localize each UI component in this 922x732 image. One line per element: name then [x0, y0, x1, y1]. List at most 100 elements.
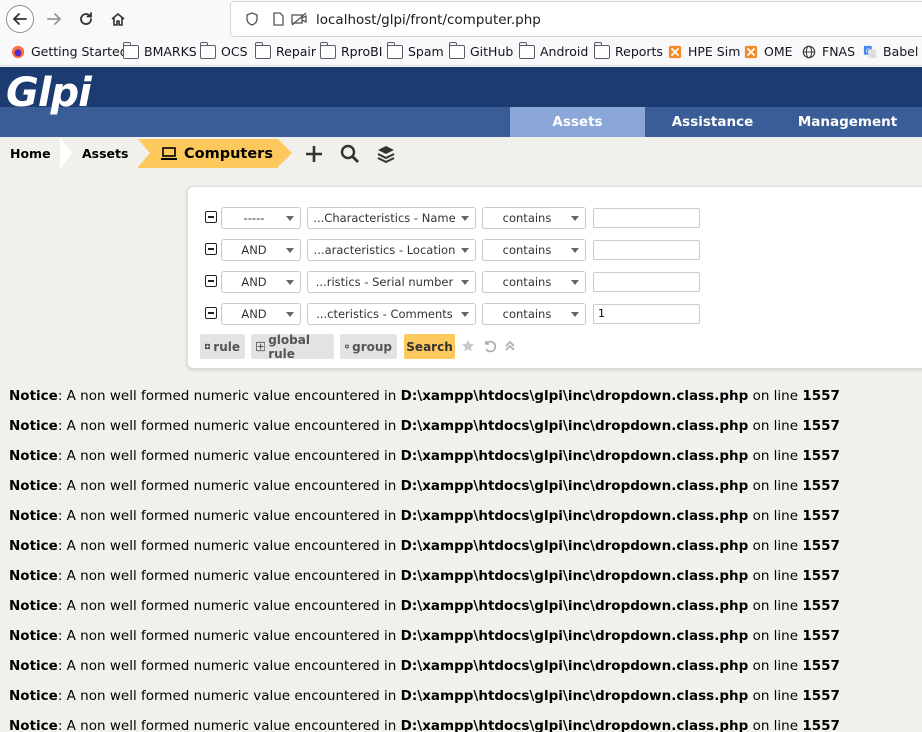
php-notice: Notice: A non well formed numeric value …	[9, 658, 840, 674]
operator-select[interactable]: contains	[482, 207, 586, 229]
bookmarks-bar: Getting Started BMARKS OCS Repair RproBI…	[0, 38, 922, 66]
bookmark-github[interactable]: GitHub	[449, 41, 513, 59]
remove-criterion-icon[interactable]	[205, 275, 217, 287]
url-text[interactable]: localhost/glpi/front/computer.php	[316, 12, 541, 28]
bookmark-ome[interactable]: OME	[743, 44, 793, 59]
field-select[interactable]: ...cteristics - Comments	[307, 303, 476, 325]
arrow-left-icon	[12, 13, 27, 25]
bookmark-hpe-sim[interactable]: HPE Sim	[667, 44, 740, 59]
glpi-logo[interactable]: Glpi	[6, 70, 92, 116]
logic-select[interactable]: AND	[221, 239, 301, 261]
back-button[interactable]	[6, 5, 34, 33]
bookmark-ocs[interactable]: OCS	[200, 41, 248, 59]
chevron-down-icon	[286, 248, 294, 253]
forward-button[interactable]	[40, 5, 68, 33]
php-notice: Notice: A non well formed numeric value …	[9, 688, 840, 704]
operator-select[interactable]: contains	[482, 239, 586, 261]
bookmark-reports[interactable]: Reports	[594, 41, 663, 59]
shield-icon[interactable]	[245, 12, 259, 26]
folder-icon	[387, 41, 403, 59]
php-notice: Notice: A non well formed numeric value …	[9, 388, 840, 404]
menu-assistance[interactable]: Assistance	[645, 107, 780, 137]
add-group-button[interactable]: group	[340, 334, 397, 359]
home-icon	[111, 13, 125, 26]
value-input[interactable]: 1	[593, 304, 700, 324]
bookmark-repair[interactable]: Repair	[255, 41, 316, 59]
bookmark-fnas[interactable]: FNAS	[801, 44, 855, 59]
folder-icon	[519, 41, 535, 59]
value-input[interactable]	[593, 240, 700, 260]
php-notice: Notice: A non well formed numeric value …	[9, 508, 840, 524]
chevron-down-icon	[571, 312, 579, 317]
no-camera-icon[interactable]	[291, 12, 307, 26]
bookmark-getting-started[interactable]: Getting Started	[10, 44, 128, 59]
hpe-icon	[744, 45, 758, 58]
chevron-down-icon	[461, 312, 469, 317]
operator-select[interactable]: contains	[482, 271, 586, 293]
folder-icon	[200, 41, 216, 59]
chevron-down-icon	[461, 216, 469, 221]
remove-criterion-icon[interactable]	[205, 211, 217, 223]
plus-circle-icon	[345, 344, 350, 349]
php-notice: Notice: A non well formed numeric value …	[9, 478, 840, 494]
menu-management[interactable]: Management	[780, 107, 915, 137]
plus-square-outline-icon	[256, 341, 266, 352]
menu-assets[interactable]: Assets	[510, 107, 645, 137]
logic-select[interactable]: -----	[221, 207, 301, 229]
svg-text:G: G	[866, 47, 871, 54]
field-select[interactable]: ...Characteristics - Name	[307, 207, 476, 229]
chevron-down-icon	[571, 248, 579, 253]
folder-icon	[123, 41, 139, 59]
star-icon[interactable]	[461, 339, 475, 353]
php-notice: Notice: A non well formed numeric value …	[9, 598, 840, 614]
firefox-icon	[11, 45, 25, 58]
url-bar[interactable]: localhost/glpi/front/computer.php	[230, 1, 922, 37]
chevron-down-icon	[571, 216, 579, 221]
bookmark-android[interactable]: Android	[519, 41, 588, 59]
breadcrumb-home[interactable]: Home	[10, 139, 51, 168]
breadcrumb-assets[interactable]: Assets	[82, 139, 128, 168]
reload-icon	[80, 12, 92, 25]
chevron-double-up-icon[interactable]	[503, 339, 517, 353]
plus-square-icon	[205, 343, 211, 350]
field-select[interactable]: ...aracteristics - Location	[307, 239, 476, 261]
php-notice: Notice: A non well formed numeric value …	[9, 628, 840, 644]
bookmark-bmarks[interactable]: BMARKS	[123, 41, 197, 59]
add-icon[interactable]	[303, 143, 325, 165]
value-input[interactable]	[593, 208, 700, 228]
page-icon[interactable]	[271, 12, 285, 26]
folder-icon	[594, 41, 610, 59]
reload-button[interactable]	[72, 5, 100, 33]
add-global-rule-button[interactable]: global rule	[251, 333, 334, 361]
bookmark-babel[interactable]: G Babel	[862, 44, 918, 59]
chevron-down-icon	[286, 312, 294, 317]
search-icon[interactable]	[339, 143, 361, 165]
php-notice: Notice: A non well formed numeric value …	[9, 568, 840, 584]
remove-criterion-icon[interactable]	[205, 243, 217, 255]
chevron-down-icon	[461, 248, 469, 253]
search-button[interactable]: Search	[404, 334, 455, 359]
breadcrumb-separator	[60, 137, 72, 169]
layers-icon[interactable]	[375, 143, 397, 165]
chevron-down-icon	[461, 280, 469, 285]
logic-select[interactable]: AND	[221, 303, 301, 325]
bookmark-spam[interactable]: Spam	[387, 41, 444, 59]
php-notice: Notice: A non well formed numeric value …	[9, 418, 840, 434]
home-button[interactable]	[104, 5, 132, 33]
folder-icon	[449, 41, 465, 59]
add-rule-button[interactable]: rule	[200, 334, 245, 359]
logic-select[interactable]: AND	[221, 271, 301, 293]
php-notice: Notice: A non well formed numeric value …	[9, 718, 840, 732]
bookmark-rprobi[interactable]: RproBI	[320, 41, 382, 59]
breadcrumb-current[interactable]: Computers	[160, 139, 273, 168]
php-notice: Notice: A non well formed numeric value …	[9, 448, 840, 464]
browser-toolbar: localhost/glpi/front/computer.php	[0, 0, 922, 38]
operator-select[interactable]: contains	[482, 303, 586, 325]
remove-criterion-icon[interactable]	[205, 307, 217, 319]
undo-icon[interactable]	[483, 339, 497, 353]
value-input[interactable]	[593, 272, 700, 292]
chevron-down-icon	[571, 280, 579, 285]
field-select[interactable]: ...ristics - Serial number	[307, 271, 476, 293]
chevron-down-icon	[286, 216, 294, 221]
chevron-down-icon	[286, 280, 294, 285]
